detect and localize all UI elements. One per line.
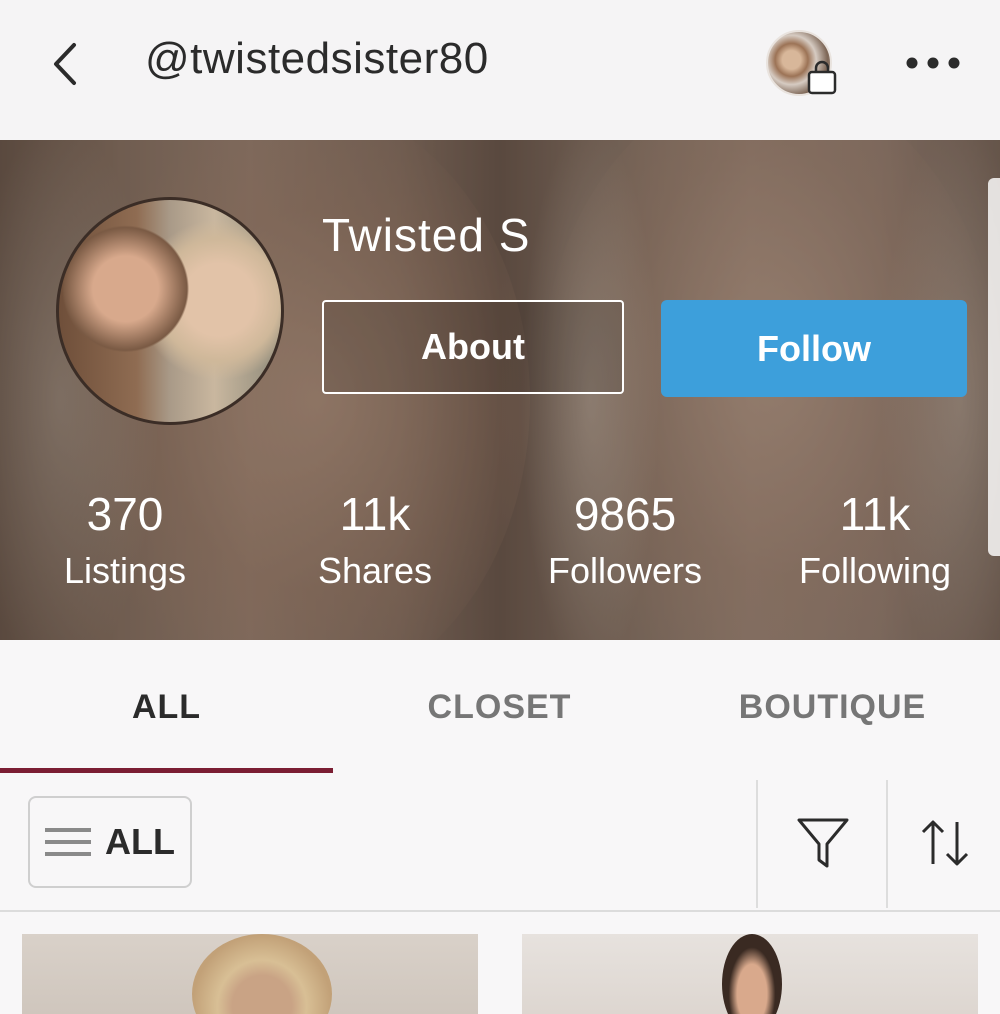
about-button[interactable]: About xyxy=(322,300,624,394)
follow-button[interactable]: Follow xyxy=(661,300,967,397)
sort-arrows-icon xyxy=(921,820,969,866)
more-horizontal-icon xyxy=(906,57,960,69)
stat-value: 370 xyxy=(86,488,164,540)
stat-value: 11k xyxy=(839,488,911,540)
stat-label: Shares xyxy=(317,550,433,591)
tab-all[interactable]: ALL xyxy=(0,688,333,727)
filter-bar: ALL xyxy=(0,780,1000,912)
display-name: Twisted S xyxy=(322,209,531,261)
closet-tabs: ALL CLOSET BOUTIQUE xyxy=(0,640,1000,780)
profile-stats: 370 Listings 11k Shares 9865 Followers 1… xyxy=(0,485,1000,605)
profile-avatar xyxy=(56,197,284,425)
stat-value: 9865 xyxy=(573,488,677,540)
tab-closet[interactable]: CLOSET xyxy=(333,688,666,727)
divider xyxy=(756,780,758,908)
listing-card[interactable] xyxy=(522,934,978,1014)
more-options-button[interactable] xyxy=(900,44,966,82)
stat-label: Followers xyxy=(547,550,703,591)
listing-card[interactable] xyxy=(22,934,478,1014)
listings-grid xyxy=(0,912,1000,1014)
active-tab-indicator xyxy=(0,768,333,773)
top-bar: @twistedsister80 xyxy=(0,0,1000,140)
category-dropdown[interactable]: ALL xyxy=(28,796,192,888)
divider xyxy=(886,780,888,908)
funnel-icon xyxy=(797,818,849,868)
chevron-left-icon xyxy=(54,43,76,85)
filter-button[interactable] xyxy=(760,808,886,878)
stat-listings[interactable]: 370 Listings xyxy=(0,485,250,599)
stat-label: Listings xyxy=(63,550,187,591)
category-dropdown-label: ALL xyxy=(105,821,175,862)
stat-value: 11k xyxy=(339,488,411,540)
tab-boutique[interactable]: BOUTIQUE xyxy=(666,688,999,727)
sort-button[interactable] xyxy=(890,808,1000,878)
about-button-label: About xyxy=(421,326,525,367)
profile-banner: Twisted S About Follow 370 Listings 11k … xyxy=(0,140,1000,640)
stat-following[interactable]: 11k Following xyxy=(750,485,1000,599)
shopping-bag-icon[interactable] xyxy=(806,60,838,96)
back-button[interactable] xyxy=(40,36,90,92)
stat-shares[interactable]: 11k Shares xyxy=(250,485,500,599)
stat-label: Following xyxy=(798,550,952,591)
follow-button-label: Follow xyxy=(757,327,871,369)
listing-photo xyxy=(192,934,332,1014)
menu-lines-icon xyxy=(45,828,91,856)
listing-photo xyxy=(722,934,782,1014)
page-title: @twistedsister80 xyxy=(145,34,489,83)
stat-followers[interactable]: 9865 Followers xyxy=(500,485,750,599)
